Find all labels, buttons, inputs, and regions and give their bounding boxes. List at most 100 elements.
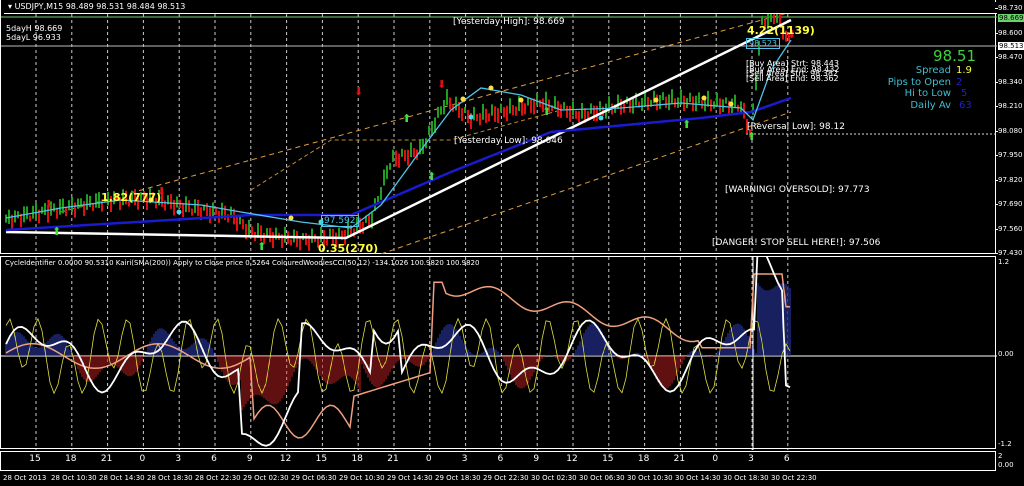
channel-lower	[380, 111, 792, 254]
yesterday-low-label: [Yesterday Low]: 98.046	[454, 136, 563, 146]
price-axis-tick	[995, 130, 998, 132]
buy-arrow-icon: ⬆	[257, 240, 266, 253]
swing-low-label: 0.35(270)	[318, 242, 379, 255]
date-label: 29 Oct 18:30	[435, 474, 481, 482]
date-label: 30 Oct 06:30	[579, 474, 625, 482]
hi-to-low-label: Hi to Low	[904, 88, 951, 99]
date-label: 29 Oct 06:30	[291, 474, 337, 482]
sell-arrow-icon: ⬇	[437, 78, 446, 91]
hour-label: 21	[100, 454, 113, 464]
indicator-axis-max: 1.2	[998, 258, 1010, 266]
date-label: 29 Oct 02:30	[243, 474, 289, 482]
price-axis-tick	[995, 81, 998, 83]
hour-label: 18	[65, 454, 77, 464]
date-label: 29 Oct 14:30	[387, 474, 433, 482]
hour-label: 18	[351, 454, 363, 464]
price-axis-label: 98.210	[998, 102, 1023, 110]
date-label: 30 Oct 22:30	[771, 474, 817, 482]
hour-label: 3	[461, 454, 468, 464]
hour-label: 9	[246, 454, 253, 464]
five-day-high: 5dayH 98.669	[6, 24, 63, 33]
price-axis-label: 98.730	[998, 4, 1023, 12]
buy-arrow-icon: ⬆	[427, 170, 436, 183]
trend-line	[5, 18, 792, 240]
price-axis-tick	[995, 253, 998, 254]
swing-mid-label: 1.82(777)	[101, 191, 162, 204]
buy-arrow-icon: ⬆	[542, 105, 551, 118]
price-axis-label: 98.080	[998, 126, 1023, 135]
chart-header: ▾ USDJPY,M15 98.489 98.531 98.484 98.513	[4, 2, 997, 14]
price-box: 97.592	[321, 215, 359, 227]
date-label: 28 Oct 14:30	[99, 474, 145, 482]
date-label: 30 Oct 02:30	[531, 474, 577, 482]
hour-label: 15	[602, 454, 614, 464]
oversold-warning-label: [WARNING! OVERSOLD]: 97.773	[725, 185, 870, 195]
date-label: 28 Oct 18:30	[147, 474, 193, 482]
signal-dot	[488, 85, 494, 91]
hour-label: 0	[139, 454, 146, 464]
hour-label: 12	[279, 454, 292, 464]
date-label: 28 Oct 22:30	[195, 474, 241, 482]
spread-label: Spread	[915, 65, 951, 76]
daily-avg-value: 63	[959, 100, 972, 111]
price-axis-tick	[995, 204, 998, 205]
current-price: 98.51	[933, 47, 976, 65]
price-axis-label: 98.340	[998, 77, 1023, 86]
buy-arrow-icon: ⬆	[402, 112, 411, 125]
date-label: 28 Oct 2013	[3, 474, 47, 482]
price-axis-tick	[995, 155, 998, 156]
price-axis-label: 97.950	[998, 151, 1023, 159]
sell-arrow-icon: ⬇	[44, 198, 53, 211]
hour-label: 6	[497, 454, 504, 464]
signal-dot	[518, 97, 524, 103]
hour-label: 3	[175, 454, 182, 464]
indicator-axis-min: -1.2	[998, 440, 1012, 448]
signal-dot-cyan	[176, 209, 182, 215]
hour-label: 15	[315, 454, 328, 464]
buy-arrow-icon: ⬆	[52, 225, 61, 238]
date-label: 28 Oct 10:30	[51, 474, 97, 482]
signal-dot	[288, 215, 294, 221]
price-axis-label: 97.690	[998, 200, 1023, 208]
hour-label: 12	[566, 454, 578, 464]
indicator-canvas	[1, 257, 997, 450]
hour-label: 21	[387, 454, 399, 464]
price-axis-tick	[995, 32, 998, 34]
stop-sell-label: [DANGER! STOP SELL HERE!]: 97.506	[712, 238, 881, 248]
date-label: 30 Oct 10:30	[627, 474, 673, 482]
price-axis-label: 97.430	[998, 249, 1023, 257]
signal-dot	[653, 97, 659, 103]
indicator-axis-zero: 0.00	[998, 350, 1014, 358]
sell-area-end: [Sell Area] End: 98.362	[746, 74, 839, 83]
price-chart[interactable]: ⬇ ⬇ ⬇ ⬇ ⬇ ⬆ ⬆ ⬆ ⬆ ⬆ ⬆ ⬆ ▾ USDJPY,M15 98.489 98.531 …	[0, 0, 997, 255]
spread-value: 1.9	[956, 65, 972, 76]
price-axis-label: 98.600	[998, 28, 1023, 37]
price-chart-canvas: ⬇⬇⬇⬇⬇⬆⬆⬆⬆⬆⬆⬆	[1, 6, 997, 254]
bottom-axis-2: 2	[998, 452, 1003, 460]
hour-label: 6	[783, 454, 790, 464]
hour-label: 9	[533, 454, 540, 464]
reversal-low-label: [Reversal Low]: 98.12	[747, 122, 845, 132]
price-axis-label: 97.820	[998, 175, 1023, 184]
date-label: 29 Oct 22:30	[483, 474, 529, 482]
hour-label: 3	[748, 454, 754, 464]
pips-to-open-value: 2	[956, 77, 963, 88]
hi-to-low-value: 5	[961, 88, 968, 99]
symbol-quote: USDJPY,M15 98.489 98.531 98.484 98.513	[14, 2, 186, 11]
pips-to-open-label: Pips to Open	[887, 77, 951, 88]
signal-dot	[728, 101, 734, 107]
signal-dot	[460, 96, 466, 102]
indicator-panel[interactable]: CycleIdentifier 0.0000 90.5310 Kairi(SMA…	[0, 256, 997, 450]
price-axis-label: 97.560	[998, 224, 1023, 233]
buy-arrow-icon: ⬆	[682, 118, 691, 131]
price-axis-tick	[995, 179, 998, 181]
signal-dot	[701, 95, 707, 101]
sell-arrow-icon: ⬇	[354, 85, 363, 98]
hour-label: 18	[637, 454, 650, 464]
bottom-axis-0: 0.00	[998, 461, 1014, 469]
price-box-top: 98.523	[746, 38, 780, 49]
hour-label: 6	[211, 454, 217, 464]
indicator-title: CycleIdentifier 0.0000 90.5310 Kairi(SMA…	[5, 259, 480, 267]
price-axis-tick	[995, 106, 998, 107]
current-price-tag: 98.513	[998, 42, 1024, 50]
